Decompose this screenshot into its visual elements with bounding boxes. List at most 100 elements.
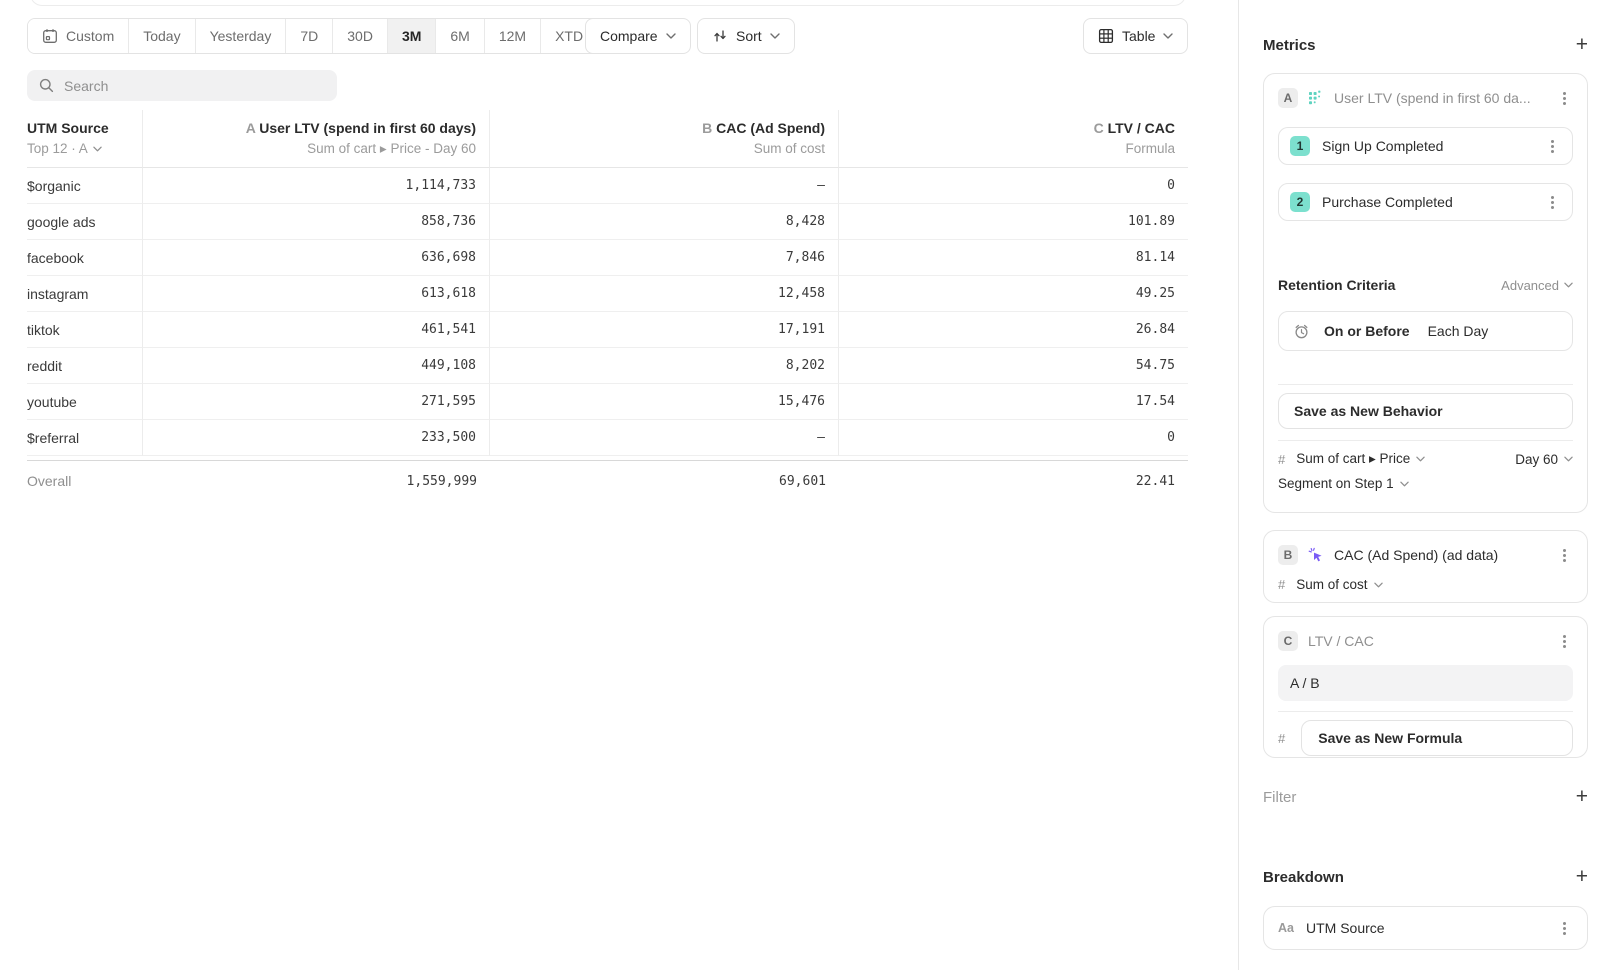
date-range-3m-selected[interactable]: 3M bbox=[388, 19, 436, 53]
column-title: C LTV / CAC bbox=[839, 120, 1188, 137]
table-grid-icon bbox=[1098, 28, 1114, 44]
add-breakdown-button[interactable]: + bbox=[1576, 868, 1588, 886]
date-range-30d[interactable]: 30D bbox=[333, 19, 388, 53]
metrics-section-header: Metrics + bbox=[1263, 36, 1588, 54]
kebab-menu-icon[interactable] bbox=[1555, 88, 1573, 108]
search-field[interactable] bbox=[64, 78, 325, 94]
date-range-yesterday[interactable]: Yesterday bbox=[196, 19, 287, 53]
filter-section-header: Filter + bbox=[1263, 788, 1588, 806]
cell-ratio: 81.14 bbox=[839, 240, 1188, 276]
insights-report: Custom Today Yesterday 7D 30D 3M 6M 12M … bbox=[0, 0, 1600, 970]
row-label: tiktok bbox=[27, 312, 143, 348]
save-behavior-button[interactable]: Save as New Behavior bbox=[1278, 393, 1573, 429]
kebab-menu-icon[interactable] bbox=[1543, 136, 1561, 156]
overall-ltv: 1,559,999 bbox=[143, 461, 490, 501]
column-header-utm-source[interactable]: UTM Source Top 12 · A bbox=[27, 110, 143, 168]
cell-cac: 8,202 bbox=[490, 348, 839, 384]
kebab-menu-icon[interactable] bbox=[1555, 918, 1573, 938]
cell-ratio: 101.89 bbox=[839, 204, 1188, 240]
table-row[interactable]: facebook 636,698 7,846 81.14 bbox=[27, 240, 1188, 276]
chevron-down-icon bbox=[666, 33, 676, 39]
table-row[interactable]: reddit 449,108 8,202 54.75 bbox=[27, 348, 1188, 384]
retention-criteria-selector[interactable]: On or Before Each Day bbox=[1278, 311, 1573, 351]
cell-ltv: 613,618 bbox=[143, 276, 490, 312]
filter-title: Filter bbox=[1263, 789, 1296, 806]
chevron-down-icon bbox=[1564, 282, 1573, 288]
kebab-menu-icon[interactable] bbox=[1555, 631, 1573, 651]
breakdown-title: Breakdown bbox=[1263, 869, 1344, 886]
metric-letter-badge: C bbox=[1278, 631, 1298, 651]
metric-a-header[interactable]: A User LTV (spend in first 60 da... bbox=[1278, 86, 1573, 110]
formula-text: A / B bbox=[1290, 675, 1320, 691]
table-overall-row: Overall 1,559,999 69,601 22.41 bbox=[27, 460, 1188, 501]
cell-cac: 8,428 bbox=[490, 204, 839, 240]
metric-b-header[interactable]: B CAC (Ad Spend) (ad data) bbox=[1278, 543, 1573, 567]
kebab-menu-icon[interactable] bbox=[1543, 192, 1561, 212]
table-row[interactable]: instagram 613,618 12,458 49.25 bbox=[27, 276, 1188, 312]
column-subtitle: Sum of cart ▸ Price - Day 60 bbox=[143, 141, 489, 157]
funnel-step-1[interactable]: 1 Sign Up Completed bbox=[1278, 127, 1573, 165]
table-row[interactable]: $organic 1,114,733 – 0 bbox=[27, 168, 1188, 204]
date-range-12m[interactable]: 12M bbox=[485, 19, 541, 53]
metric-name: User LTV (spend in first 60 da... bbox=[1334, 90, 1545, 106]
add-filter-button[interactable]: + bbox=[1576, 788, 1588, 806]
metric-card-c: C LTV / CAC A / B # Save as New Formula bbox=[1263, 616, 1588, 758]
metric-name: LTV / CAC bbox=[1308, 633, 1545, 649]
cell-ratio: 0 bbox=[839, 420, 1188, 456]
search-icon bbox=[39, 78, 54, 93]
cell-ltv: 1,114,733 bbox=[143, 168, 490, 204]
kebab-menu-icon[interactable] bbox=[1555, 545, 1573, 565]
chevron-down-icon bbox=[770, 33, 780, 39]
column-subtitle: Sum of cost bbox=[490, 141, 838, 157]
table-row[interactable]: google ads 858,736 8,428 101.89 bbox=[27, 204, 1188, 240]
chevron-down-icon bbox=[1163, 33, 1173, 39]
chevron-down-icon bbox=[1374, 582, 1383, 588]
cell-cac: 12,458 bbox=[490, 276, 839, 312]
sort-arrows-icon bbox=[712, 28, 728, 44]
cell-cac: – bbox=[490, 420, 839, 456]
view-selector-table[interactable]: Table bbox=[1083, 18, 1188, 54]
sort-button[interactable]: Sort bbox=[697, 18, 795, 54]
funnel-step-2[interactable]: 2 Purchase Completed bbox=[1278, 183, 1573, 221]
ad-data-click-icon bbox=[1308, 547, 1324, 563]
advanced-dropdown[interactable]: Advanced bbox=[1501, 278, 1573, 293]
date-range-7d[interactable]: 7D bbox=[286, 19, 333, 53]
chevron-down-icon bbox=[1400, 481, 1409, 487]
aggregation-dropdown[interactable]: Sum of cost bbox=[1296, 577, 1382, 592]
divider bbox=[1278, 440, 1573, 441]
column-title: B CAC (Ad Spend) bbox=[490, 120, 838, 137]
metric-c-header[interactable]: C LTV / CAC bbox=[1278, 629, 1573, 653]
save-formula-button[interactable]: Save as New Formula bbox=[1301, 720, 1573, 756]
row-limit-dropdown[interactable]: Top 12 · A bbox=[27, 141, 142, 157]
compare-button[interactable]: Compare bbox=[585, 18, 691, 54]
row-label: $organic bbox=[27, 168, 143, 204]
add-metric-button[interactable]: + bbox=[1576, 36, 1588, 54]
toolbar: Custom Today Yesterday 7D 30D 3M 6M 12M … bbox=[27, 18, 1188, 54]
number-type-icon: # bbox=[1278, 577, 1285, 592]
window-dropdown[interactable]: Day 60 bbox=[1515, 452, 1573, 467]
breakdown-section-header: Breakdown + bbox=[1263, 868, 1588, 886]
cell-ratio: 49.25 bbox=[839, 276, 1188, 312]
table-row[interactable]: tiktok 461,541 17,191 26.84 bbox=[27, 312, 1188, 348]
date-range-today[interactable]: Today bbox=[129, 19, 195, 53]
search-input[interactable] bbox=[27, 70, 337, 101]
number-type-icon: # bbox=[1278, 452, 1285, 467]
step-event-name: Sign Up Completed bbox=[1322, 138, 1531, 154]
step-number-badge: 2 bbox=[1290, 192, 1310, 212]
formula-input[interactable]: A / B bbox=[1278, 665, 1573, 701]
column-header-metric-b[interactable]: B CAC (Ad Spend) Sum of cost bbox=[490, 110, 839, 168]
column-header-metric-c[interactable]: C LTV / CAC Formula bbox=[839, 110, 1188, 168]
table-row[interactable]: $referral 233,500 – 0 bbox=[27, 420, 1188, 456]
date-range-label: Custom bbox=[66, 28, 114, 44]
date-range-custom[interactable]: Custom bbox=[28, 19, 129, 53]
breakdown-item-utm-source[interactable]: Aa UTM Source bbox=[1263, 906, 1588, 950]
segment-dropdown[interactable]: Segment on Step 1 bbox=[1278, 476, 1409, 491]
chevron-down-icon bbox=[93, 146, 102, 152]
date-range-6m[interactable]: 6M bbox=[436, 19, 484, 53]
column-subtitle: Formula bbox=[839, 141, 1188, 157]
row-label: instagram bbox=[27, 276, 143, 312]
column-header-metric-a[interactable]: A User LTV (spend in first 60 days) Sum … bbox=[143, 110, 490, 168]
aggregation-dropdown[interactable]: Sum of cart ▸ Price bbox=[1296, 451, 1425, 467]
table-row[interactable]: youtube 271,595 15,476 17.54 bbox=[27, 384, 1188, 420]
retention-criteria-row: Retention Criteria Advanced bbox=[1278, 277, 1573, 293]
